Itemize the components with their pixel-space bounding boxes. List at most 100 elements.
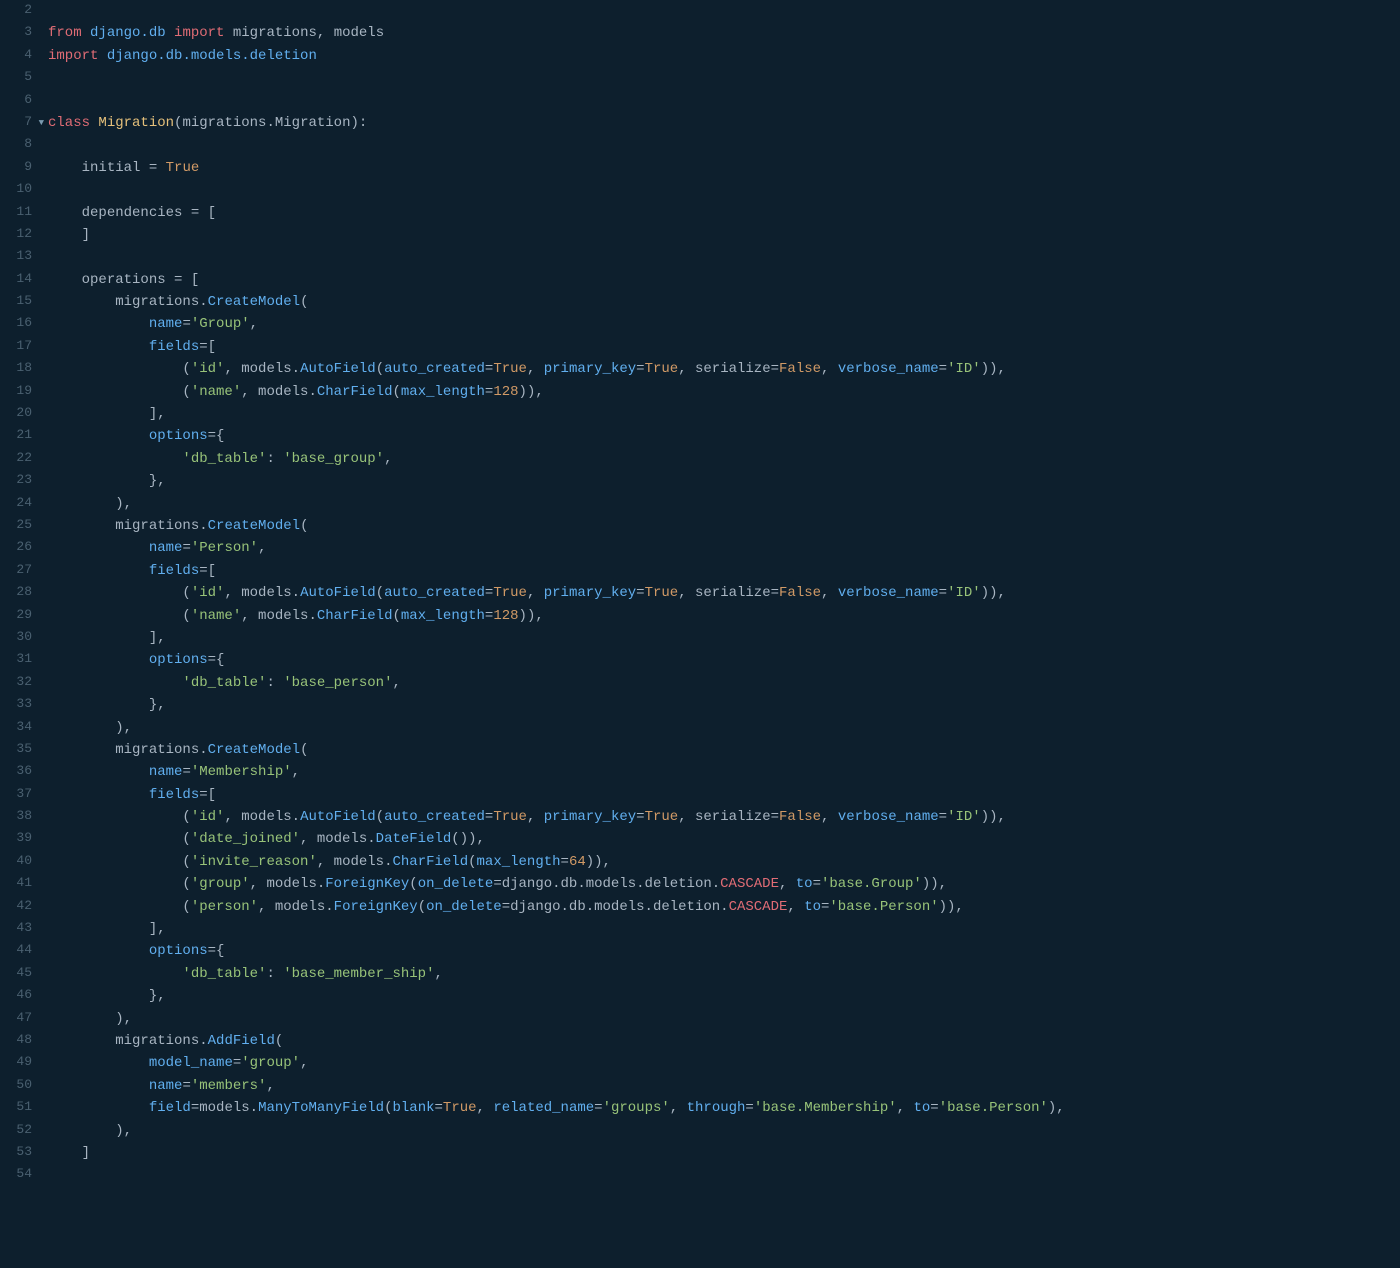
code-text: ], <box>40 627 166 649</box>
line-number: 24 <box>0 493 40 515</box>
code-text <box>40 90 48 112</box>
code-line: 28 ('id', models.AutoField(auto_created=… <box>0 582 1400 604</box>
code-text: ], <box>40 918 166 940</box>
code-line: 16 name='Group', <box>0 313 1400 335</box>
code-text: ), <box>40 717 132 739</box>
code-text: 'db_table': 'base_person', <box>40 672 401 694</box>
line-number: 2 <box>0 0 40 22</box>
code-line: 29 ('name', models.CharField(max_length=… <box>0 605 1400 627</box>
line-number: 47 <box>0 1008 40 1030</box>
code-text: ], <box>40 403 166 425</box>
code-text: }, <box>40 470 166 492</box>
code-text: ('group', models.ForeignKey(on_delete=dj… <box>40 873 947 895</box>
line-number: 29 <box>0 605 40 627</box>
line-number: 20 <box>0 403 40 425</box>
code-text: 'db_table': 'base_group', <box>40 448 392 470</box>
code-line: 51 field=models.ManyToManyField(blank=Tr… <box>0 1097 1400 1119</box>
code-text: migrations.AddField( <box>40 1030 283 1052</box>
line-number: 49 <box>0 1052 40 1074</box>
code-text: import django.db.models.deletion <box>40 45 317 67</box>
line-number: 35 <box>0 739 40 761</box>
line-number: 51 <box>0 1097 40 1119</box>
code-text: name='members', <box>40 1075 275 1097</box>
code-text: ('name', models.CharField(max_length=128… <box>40 381 544 403</box>
line-number: 42 <box>0 896 40 918</box>
code-line: 19 ('name', models.CharField(max_length=… <box>0 381 1400 403</box>
code-text: field=models.ManyToManyField(blank=True,… <box>40 1097 1065 1119</box>
code-line: 49 model_name='group', <box>0 1052 1400 1074</box>
code-text: name='Person', <box>40 537 266 559</box>
line-number: 8 <box>0 134 40 156</box>
line-number: 45 <box>0 963 40 985</box>
code-text: dependencies = [ <box>40 202 216 224</box>
line-number: 27 <box>0 560 40 582</box>
code-text <box>40 0 48 22</box>
code-text: class Migration(migrations.Migration): <box>40 112 367 134</box>
code-text: ('id', models.AutoField(auto_created=Tru… <box>40 582 1006 604</box>
code-line: 34 ), <box>0 717 1400 739</box>
line-number: 28 <box>0 582 40 604</box>
code-line: 12 ] <box>0 224 1400 246</box>
code-text: ] <box>40 224 90 246</box>
line-number: 30 <box>0 627 40 649</box>
code-text: ] <box>40 1142 90 1164</box>
line-number: 19 <box>0 381 40 403</box>
line-number: 36 <box>0 761 40 783</box>
line-number: 44 <box>0 940 40 962</box>
code-text: fields=[ <box>40 560 216 582</box>
code-text <box>40 67 48 89</box>
code-line: 54 <box>0 1164 1400 1186</box>
line-number: 39 <box>0 828 40 850</box>
code-line: 48 migrations.AddField( <box>0 1030 1400 1052</box>
code-line: 37 fields=[ <box>0 784 1400 806</box>
code-line: 44 options={ <box>0 940 1400 962</box>
code-line: 27 fields=[ <box>0 560 1400 582</box>
line-number: 40 <box>0 851 40 873</box>
line-number: 38 <box>0 806 40 828</box>
line-number: 9 <box>0 157 40 179</box>
code-text: from django.db import migrations, models <box>40 22 384 44</box>
code-line: 7class Migration(migrations.Migration): <box>0 112 1400 134</box>
line-number: 7 <box>0 112 40 134</box>
code-line: 23 }, <box>0 470 1400 492</box>
code-text <box>40 134 48 156</box>
code-text <box>40 1164 48 1186</box>
line-number: 6 <box>0 90 40 112</box>
code-text: migrations.CreateModel( <box>40 739 308 761</box>
line-number: 50 <box>0 1075 40 1097</box>
code-text: name='Membership', <box>40 761 300 783</box>
code-text: ('id', models.AutoField(auto_created=Tru… <box>40 358 1006 380</box>
line-number: 46 <box>0 985 40 1007</box>
code-line: 39 ('date_joined', models.DateField()), <box>0 828 1400 850</box>
code-line: 10 <box>0 179 1400 201</box>
line-number: 31 <box>0 649 40 671</box>
code-text: options={ <box>40 649 224 671</box>
code-text: ('date_joined', models.DateField()), <box>40 828 485 850</box>
line-number: 4 <box>0 45 40 67</box>
code-line: 21 options={ <box>0 425 1400 447</box>
code-text <box>40 246 48 268</box>
code-text: ('name', models.CharField(max_length=128… <box>40 605 544 627</box>
code-line: 18 ('id', models.AutoField(auto_created=… <box>0 358 1400 380</box>
line-number: 5 <box>0 67 40 89</box>
line-number: 54 <box>0 1164 40 1186</box>
line-number: 14 <box>0 269 40 291</box>
line-number: 16 <box>0 313 40 335</box>
code-line: 20 ], <box>0 403 1400 425</box>
code-text: ), <box>40 493 132 515</box>
code-text: ('invite_reason', models.CharField(max_l… <box>40 851 611 873</box>
line-number: 37 <box>0 784 40 806</box>
line-number: 41 <box>0 873 40 895</box>
code-text: fields=[ <box>40 336 216 358</box>
code-line: 53 ] <box>0 1142 1400 1164</box>
code-text: migrations.CreateModel( <box>40 291 308 313</box>
code-line: 50 name='members', <box>0 1075 1400 1097</box>
code-line: 25 migrations.CreateModel( <box>0 515 1400 537</box>
code-text: fields=[ <box>40 784 216 806</box>
code-text: options={ <box>40 940 224 962</box>
code-text: ('id', models.AutoField(auto_created=Tru… <box>40 806 1006 828</box>
line-number: 12 <box>0 224 40 246</box>
code-line: 38 ('id', models.AutoField(auto_created=… <box>0 806 1400 828</box>
line-number: 15 <box>0 291 40 313</box>
line-number: 33 <box>0 694 40 716</box>
